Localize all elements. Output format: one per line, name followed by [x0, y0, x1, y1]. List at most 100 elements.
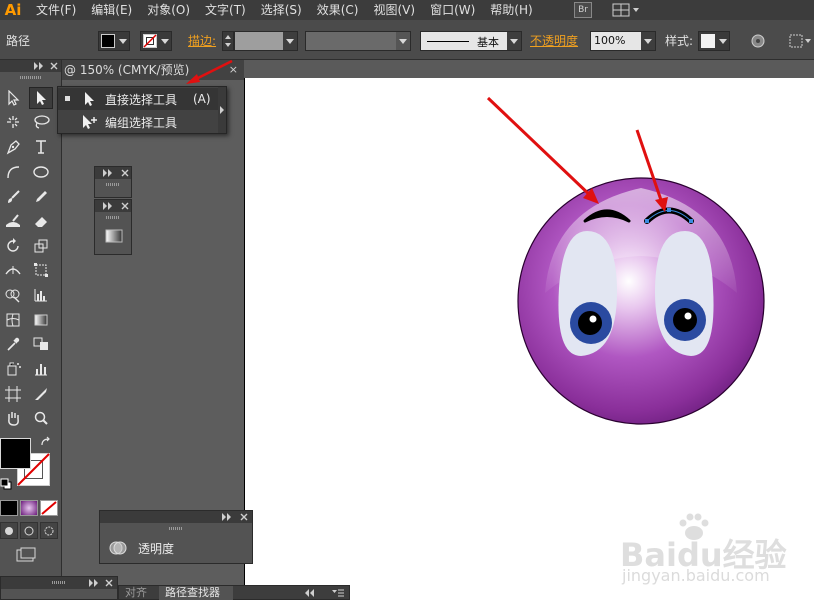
opacity-field[interactable]: 100% [590, 31, 656, 51]
menu-edit[interactable]: 编辑(E) [91, 0, 140, 20]
magic-wand-tool[interactable] [1, 111, 25, 133]
type-tool[interactable] [29, 136, 53, 158]
direct-selection-tool[interactable] [29, 87, 53, 109]
pen-tool[interactable] [1, 136, 25, 158]
swap-arrow-icon[interactable] [40, 436, 52, 448]
arrange-grid-icon [612, 3, 639, 17]
bar-graph-tool[interactable] [29, 358, 53, 380]
pencil-tool[interactable] [29, 186, 53, 208]
fill-color-front[interactable] [0, 438, 31, 469]
collapse-icon[interactable] [305, 589, 315, 597]
expand-icon [222, 513, 231, 521]
stroke-link-label[interactable]: 描边: [188, 32, 216, 49]
menu-view[interactable]: 视图(V) [373, 0, 423, 20]
tab-pathfinder[interactable]: 路径查找器 [159, 586, 233, 600]
tearoff-button[interactable] [218, 87, 226, 133]
graphic-style-dropdown[interactable] [698, 31, 730, 51]
draw-normal-button[interactable] [0, 522, 18, 539]
chevron-down-icon [719, 39, 727, 44]
width-tool[interactable] [1, 259, 25, 281]
recolor-artwork-button[interactable] [750, 33, 766, 49]
transparency-panel-tab[interactable]: 透明度 [108, 537, 248, 559]
menu-object[interactable]: 对象(O) [147, 0, 198, 20]
gradient-mode-button[interactable] [20, 500, 38, 516]
blend-icon [33, 337, 48, 350]
paintbrush-tool[interactable] [1, 186, 25, 208]
rotate-tool[interactable] [1, 235, 25, 257]
draw-inside-button[interactable] [40, 522, 58, 539]
anchor-point[interactable] [689, 219, 693, 223]
arc-tool[interactable] [1, 161, 25, 183]
anchor-point[interactable] [645, 219, 649, 223]
right-pupil[interactable] [673, 308, 697, 332]
default-colors-icon[interactable] [0, 478, 12, 490]
close-icon [121, 169, 129, 177]
menu-select[interactable]: 选择(S) [261, 0, 310, 20]
gradient-panel-collapsed[interactable] [94, 199, 132, 255]
brush-definition-dropdown[interactable]: 基本 [420, 31, 522, 51]
expand-icon [103, 169, 112, 177]
magic-wand-icon [7, 116, 19, 128]
column-graph-tool[interactable] [29, 284, 53, 306]
mesh-tool[interactable] [1, 309, 25, 331]
collapsed-panel-bottom [0, 576, 118, 600]
color-mode-button[interactable] [0, 500, 18, 516]
zoom-tool[interactable] [29, 407, 53, 429]
stroke-weight-stepper[interactable] [222, 31, 234, 51]
blend-tool[interactable] [29, 333, 53, 355]
eraser-tool[interactable] [29, 210, 53, 232]
opacity-value: 100% [594, 34, 626, 47]
symbol-sprayer-tool[interactable] [1, 358, 25, 380]
selection-tool[interactable] [1, 87, 25, 109]
flyout-item-direct-selection[interactable]: 直接选择工具 (A) [58, 88, 220, 110]
scale-tool[interactable] [29, 235, 53, 257]
ellipse-tool[interactable] [29, 161, 53, 183]
none-mode-button[interactable] [40, 500, 58, 516]
menu-window[interactable]: 窗口(W) [430, 0, 483, 20]
align-options-button[interactable] [788, 33, 812, 49]
panel-grip[interactable] [106, 183, 120, 186]
smiley-face[interactable] [517, 177, 765, 425]
hand-tool[interactable] [1, 407, 25, 429]
shape-builder-tool[interactable] [1, 284, 25, 306]
artboard-tool[interactable] [1, 383, 25, 405]
slice-tool[interactable] [29, 383, 53, 405]
stroke-weight-field[interactable] [234, 31, 298, 51]
panel-header[interactable] [95, 200, 131, 212]
arrange-documents-button[interactable] [612, 2, 642, 18]
panel-menu-icon[interactable] [331, 588, 345, 598]
menu-help[interactable]: 帮助(H) [490, 0, 540, 20]
document-tab-title: @ 150% (CMYK/预览) [64, 63, 190, 77]
variable-width-dropdown[interactable] [305, 31, 411, 51]
eyedropper-tool[interactable] [1, 333, 25, 355]
left-pupil[interactable] [578, 311, 602, 335]
free-transform-tool[interactable] [29, 259, 53, 281]
toolbox-grip[interactable] [20, 76, 42, 79]
panel-header[interactable] [1, 577, 117, 589]
flyout-item-group-selection[interactable]: 编组选择工具 [58, 111, 220, 133]
gradient-tool[interactable] [29, 309, 53, 331]
slice-knife-icon [35, 388, 47, 400]
panel-header[interactable] [95, 167, 131, 179]
menu-type[interactable]: 文字(T) [205, 0, 254, 20]
panel-header[interactable] [100, 511, 252, 523]
blob-brush-tool[interactable] [1, 210, 25, 232]
tab-align[interactable]: 对齐 [125, 586, 147, 600]
fill-color-dropdown[interactable] [98, 31, 130, 51]
transparency-label: 透明度 [138, 541, 175, 556]
stroke-color-dropdown[interactable] [140, 31, 172, 51]
menu-effect[interactable]: 效果(C) [317, 0, 367, 20]
menu-file[interactable]: 文件(F) [36, 0, 84, 20]
bridge-button[interactable]: Br [574, 2, 592, 18]
panel-grip[interactable] [106, 216, 120, 219]
collapsed-panel-1[interactable] [94, 166, 132, 198]
tools-panel-header[interactable] [0, 60, 61, 72]
gradient-panel-icon[interactable] [105, 228, 123, 244]
screen-mode-button[interactable] [14, 547, 38, 565]
opacity-link-label[interactable]: 不透明度 [530, 32, 578, 49]
anchor-point[interactable] [667, 208, 671, 212]
panel-grip[interactable] [52, 581, 66, 584]
panel-grip[interactable] [169, 527, 183, 530]
draw-behind-button[interactable] [20, 522, 38, 539]
lasso-tool[interactable] [29, 111, 53, 133]
